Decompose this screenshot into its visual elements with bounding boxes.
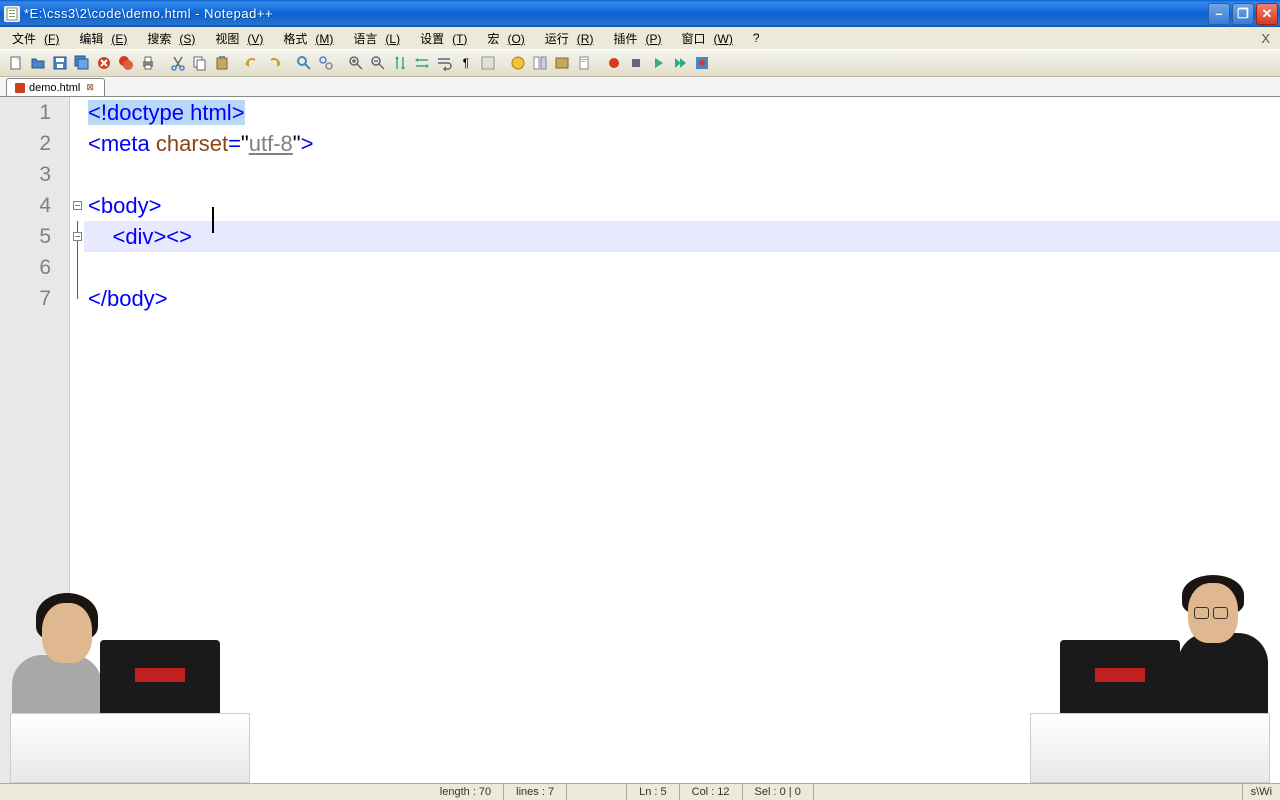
code-line[interactable] [84, 252, 1280, 283]
status-length: length : 70 [428, 784, 504, 800]
file-modified-icon [15, 83, 25, 93]
find-icon[interactable] [294, 53, 314, 73]
folder-tree-icon[interactable] [552, 53, 572, 73]
maximize-button[interactable]: ❐ [1232, 3, 1254, 25]
menu-window[interactable]: 窗口(W) [673, 28, 740, 49]
minimize-button[interactable]: – [1208, 3, 1230, 25]
menu-language[interactable]: 语言(L) [345, 28, 408, 49]
stop-macro-icon[interactable] [626, 53, 646, 73]
line-number-gutter: 1 2 3 4 5 6 7 [0, 97, 70, 783]
show-chars-icon[interactable]: ¶ [456, 53, 476, 73]
code-editor[interactable]: 1 2 3 4 5 6 7 <!doctype html><meta chars… [0, 97, 1280, 783]
code-line[interactable]: </body> [84, 283, 1280, 314]
text-cursor [212, 207, 214, 233]
code-line[interactable]: <div><> [84, 221, 1280, 252]
code-line[interactable]: <!doctype html> [84, 97, 1280, 128]
doc-map-icon[interactable] [574, 53, 594, 73]
file-tab[interactable]: demo.html ⊠ [6, 78, 105, 96]
status-col: Col : 12 [680, 784, 743, 800]
play-multi-icon[interactable] [670, 53, 690, 73]
menu-run[interactable]: 运行(R) [537, 28, 602, 49]
sync-v-icon[interactable] [390, 53, 410, 73]
code-line[interactable] [84, 159, 1280, 190]
sync-h-icon[interactable] [412, 53, 432, 73]
menu-settings[interactable]: 设置(T) [412, 28, 475, 49]
close-all-icon[interactable] [116, 53, 136, 73]
toolbar: ¶ [0, 49, 1280, 77]
close-file-icon[interactable] [94, 53, 114, 73]
cut-icon[interactable] [168, 53, 188, 73]
word-wrap-icon[interactable] [434, 53, 454, 73]
undo-icon[interactable] [242, 53, 262, 73]
status-lines: lines : 7 [504, 784, 567, 800]
menu-format[interactable]: 格式(M) [275, 28, 341, 49]
open-file-icon[interactable] [28, 53, 48, 73]
window-title: *E:\css3\2\code\demo.html - Notepad++ [24, 6, 1206, 21]
tab-filename: demo.html [29, 82, 80, 94]
app-icon [4, 6, 20, 22]
redo-icon[interactable] [264, 53, 284, 73]
status-sel: Sel : 0 | 0 [743, 784, 814, 800]
print-icon[interactable] [138, 53, 158, 73]
fold-column [70, 97, 84, 783]
tab-bar: demo.html ⊠ [0, 77, 1280, 97]
tab-close-icon[interactable]: ⊠ [84, 82, 96, 93]
indent-guide-icon[interactable] [478, 53, 498, 73]
status-enc: s\Wi [1242, 784, 1280, 800]
func-list-icon[interactable] [530, 53, 550, 73]
zoom-in-icon[interactable] [346, 53, 366, 73]
save-all-icon[interactable] [72, 53, 92, 73]
record-macro-icon[interactable] [604, 53, 624, 73]
save-macro-icon[interactable] [692, 53, 712, 73]
copy-icon[interactable] [190, 53, 210, 73]
code-line[interactable]: <meta charset="utf-8"> [84, 128, 1280, 159]
menu-search[interactable]: 搜索(S) [139, 28, 203, 49]
menu-file[interactable]: 文件(F) [4, 28, 67, 49]
menu-x-button[interactable]: X [1257, 29, 1274, 48]
menu-bar: 文件(F) 编辑(E) 搜索(S) 视图(V) 格式(M) 语言(L) 设置(T… [0, 27, 1280, 49]
fold-box-icon[interactable] [73, 232, 82, 241]
menu-edit[interactable]: 编辑(E) [71, 28, 135, 49]
close-button[interactable]: ✕ [1256, 3, 1278, 25]
code-area[interactable]: <!doctype html><meta charset="utf-8"> <bo… [84, 97, 1280, 783]
menu-help[interactable]: ? [745, 29, 768, 47]
lang-icon[interactable] [508, 53, 528, 73]
new-file-icon[interactable] [6, 53, 26, 73]
paste-icon[interactable] [212, 53, 232, 73]
menu-view[interactable]: 视图(V) [207, 28, 271, 49]
status-ln: Ln : 5 [627, 784, 680, 800]
title-bar: *E:\css3\2\code\demo.html - Notepad++ – … [0, 0, 1280, 27]
menu-plugins[interactable]: 插件(P) [605, 28, 669, 49]
code-line[interactable]: <body> [84, 190, 1280, 221]
fold-box-icon[interactable] [73, 201, 82, 210]
save-icon[interactable] [50, 53, 70, 73]
menu-macro[interactable]: 宏(O) [479, 28, 532, 49]
zoom-out-icon[interactable] [368, 53, 388, 73]
status-bar: length : 70 lines : 7 Ln : 5 Col : 12 Se… [0, 783, 1280, 800]
play-macro-icon[interactable] [648, 53, 668, 73]
replace-icon[interactable] [316, 53, 336, 73]
